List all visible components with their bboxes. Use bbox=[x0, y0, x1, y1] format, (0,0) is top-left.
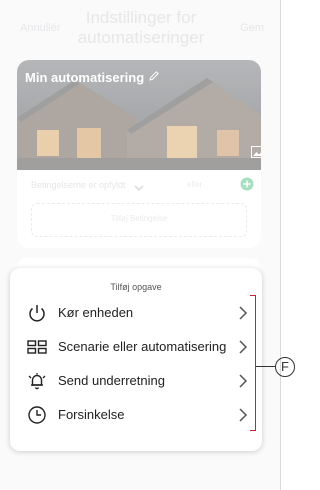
page-title: Indstillinger for automatiseringer bbox=[77, 8, 205, 47]
scene-grid-icon bbox=[26, 336, 48, 363]
task-option-delay[interactable]: Forsinkelse bbox=[10, 399, 262, 433]
annotation-bracket bbox=[250, 295, 256, 431]
add-task-sheet: Tilføj opgave Kør enheden Scenarie eller… bbox=[10, 268, 262, 451]
annotation-callout: F bbox=[275, 357, 295, 377]
chevron-down-icon[interactable] bbox=[134, 179, 144, 197]
task-option-label: Send underretning bbox=[58, 373, 165, 388]
task-option-label: Kør enheden bbox=[58, 305, 134, 320]
conditions-card: Betingelserne er opfyldt eller Tilføj Be… bbox=[17, 170, 261, 248]
bell-icon bbox=[26, 370, 48, 397]
save-button[interactable]: Gem bbox=[240, 22, 264, 34]
tasks-card bbox=[17, 258, 261, 268]
task-option-label: Scenarie eller automatisering bbox=[58, 339, 227, 354]
power-icon bbox=[26, 302, 48, 329]
conditions-label[interactable]: Betingelserne er opfyldt bbox=[31, 180, 126, 190]
phone-screen: Annullér Indstillinger for automatiserin… bbox=[0, 0, 281, 490]
task-option-send-notification[interactable]: Send underretning bbox=[10, 365, 262, 399]
add-condition-label: Tilføj Betingelse bbox=[110, 214, 168, 223]
clock-icon bbox=[26, 404, 48, 431]
chevron-right-icon bbox=[238, 407, 248, 428]
automation-cover-image: Min automatisering bbox=[17, 60, 261, 170]
task-option-label: Forsinkelse bbox=[58, 407, 125, 422]
task-option-run-device[interactable]: Kør enheden bbox=[10, 297, 262, 331]
annotation-leader-line bbox=[256, 366, 275, 367]
add-condition-icon[interactable] bbox=[240, 177, 254, 196]
cancel-button[interactable]: Annullér bbox=[20, 22, 60, 34]
chevron-right-icon bbox=[238, 373, 248, 394]
top-bar: Annullér Indstillinger for automatiserin… bbox=[0, 0, 280, 52]
task-option-scene-automation[interactable]: Scenarie eller automatisering bbox=[10, 331, 262, 365]
add-condition-button[interactable]: Tilføj Betingelse bbox=[31, 203, 247, 237]
conditions-toggle-label[interactable]: eller bbox=[187, 180, 202, 189]
chevron-right-icon bbox=[238, 339, 248, 360]
sheet-title: Tilføj opgave bbox=[110, 282, 162, 292]
automation-name[interactable]: Min automatisering bbox=[25, 70, 144, 85]
chevron-right-icon bbox=[238, 305, 248, 326]
